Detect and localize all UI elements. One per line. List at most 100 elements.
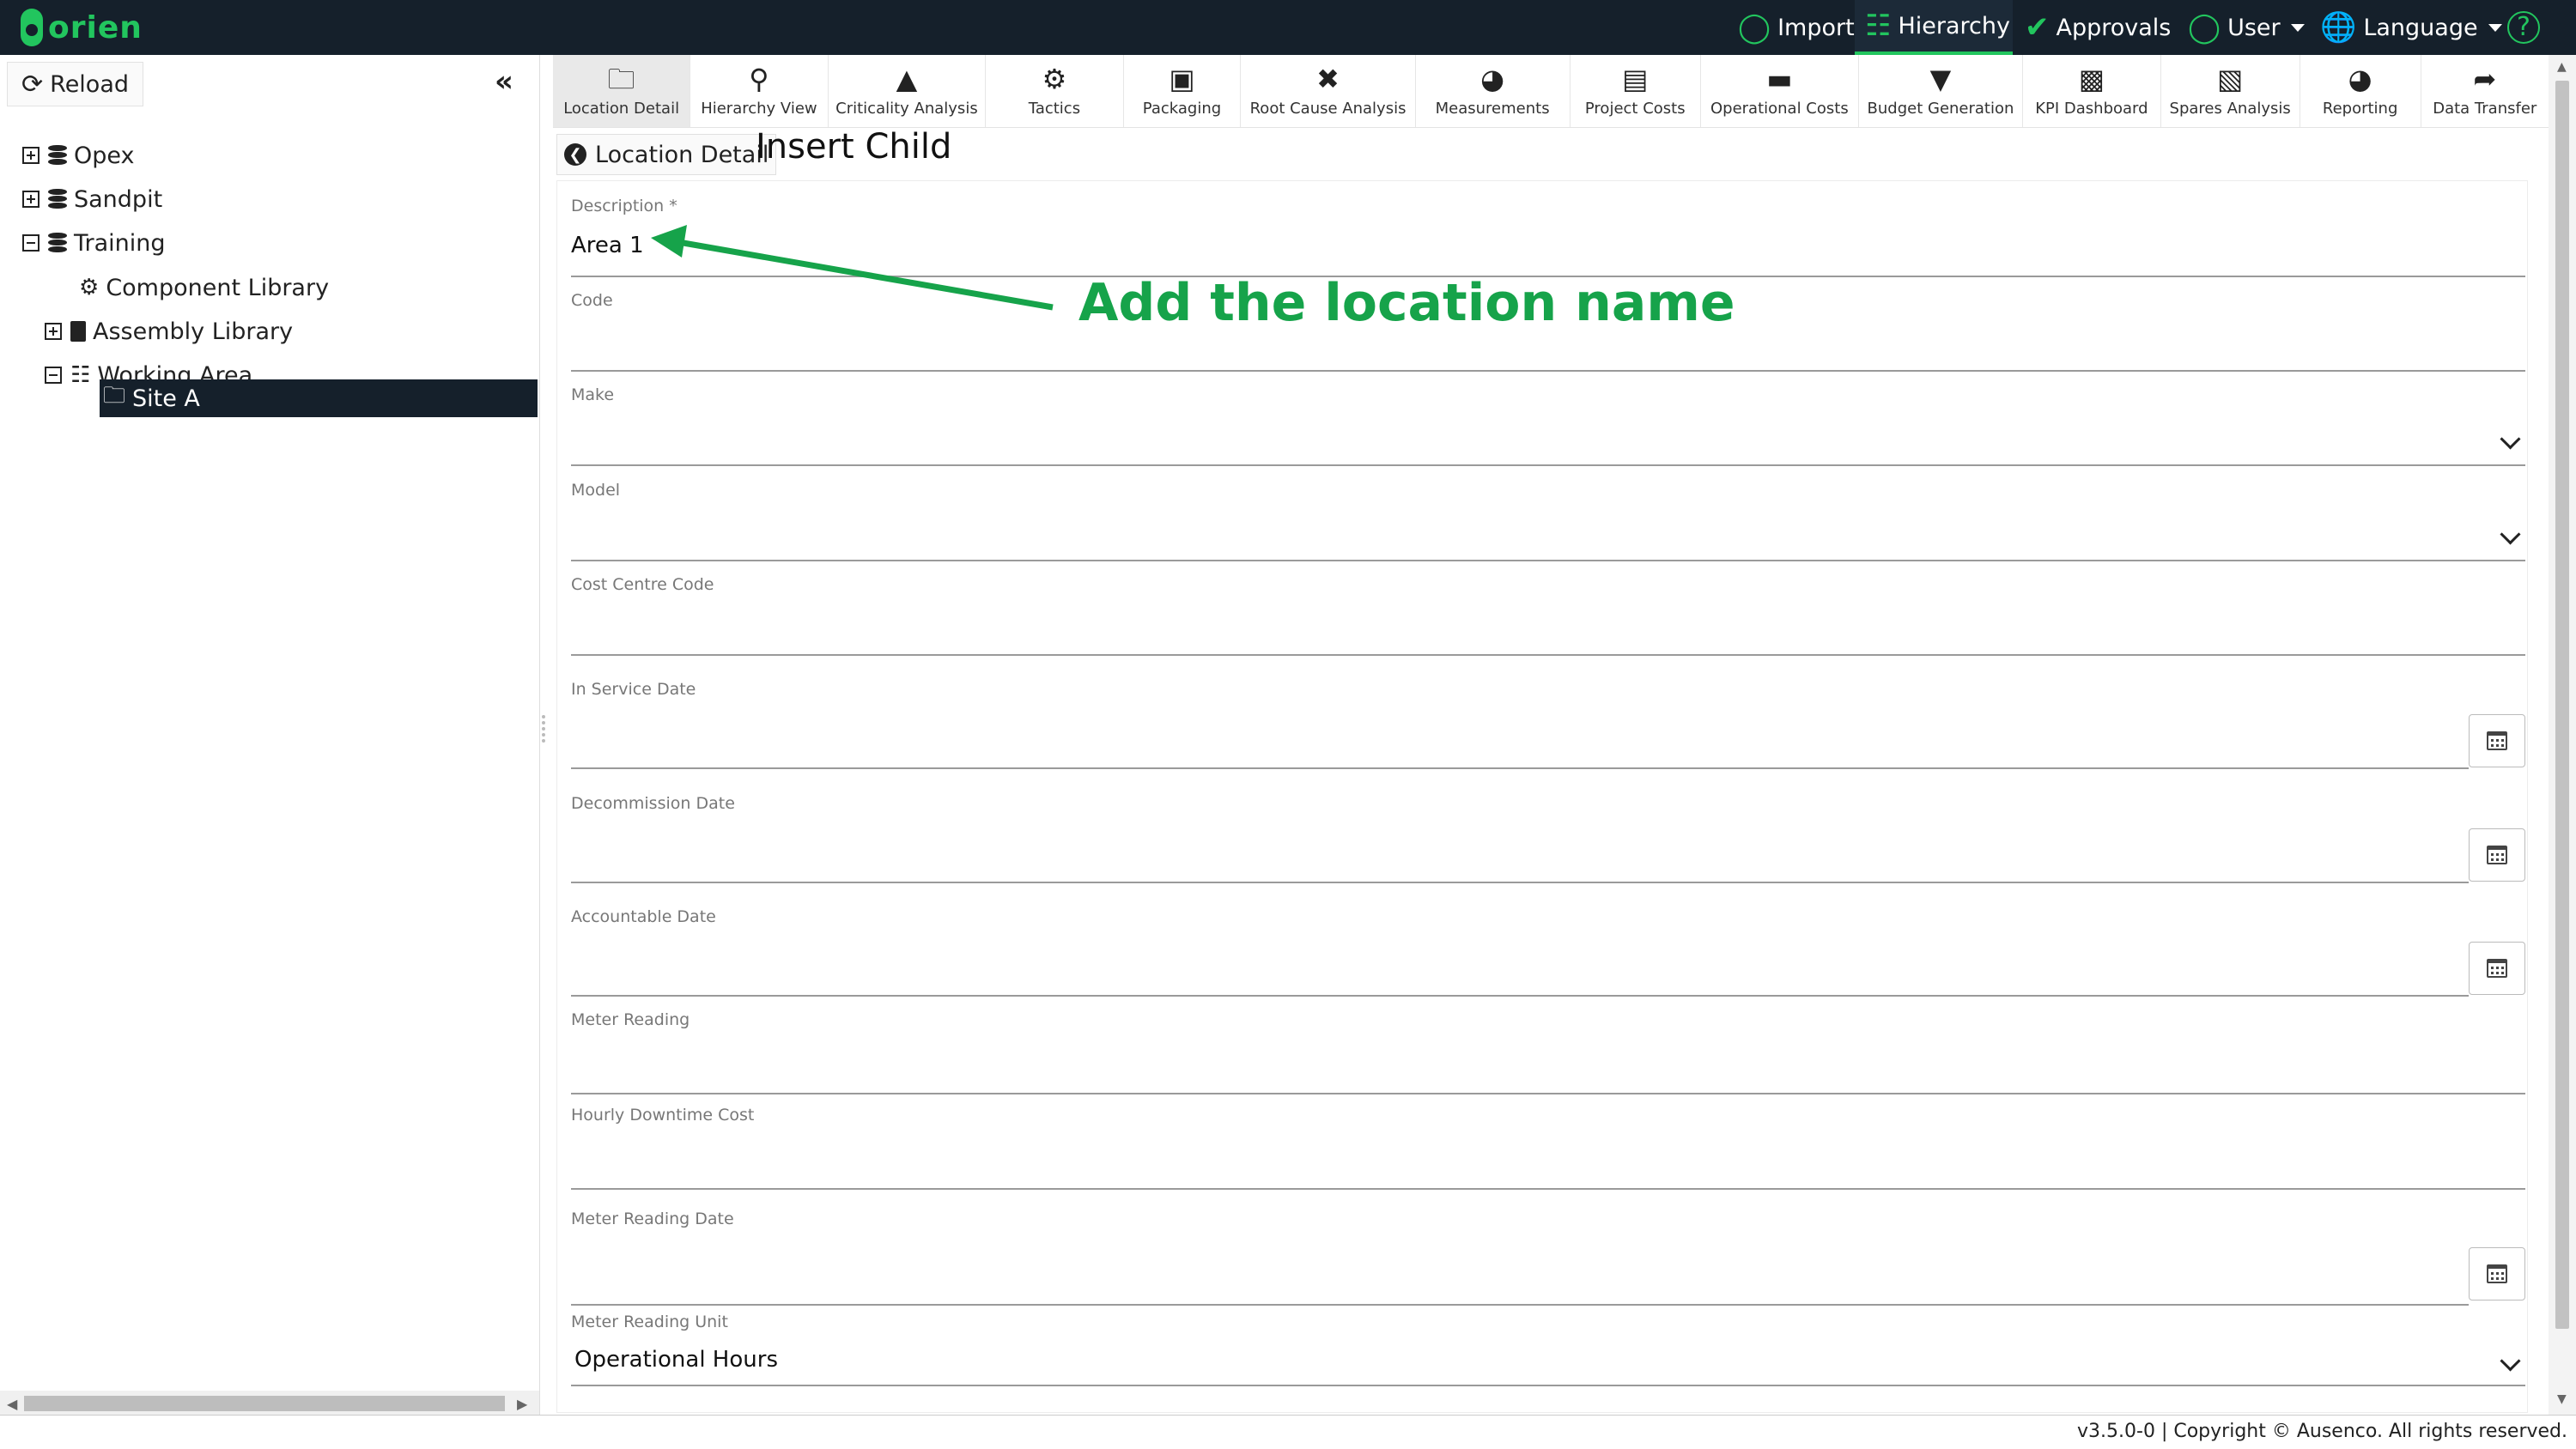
footer-copyright: v3.5.0-0 | Copyright © Ausenco. All righ… (2077, 1421, 2567, 1442)
scroll-up-icon[interactable]: ▲ (2557, 60, 2567, 74)
expand-icon[interactable] (22, 147, 39, 164)
field-underline (571, 995, 2469, 997)
tool-hierarchy-view[interactable]: ⚲ Hierarchy View (690, 55, 829, 127)
logo-mark (21, 9, 43, 46)
tool-tactics[interactable]: ⚙ Tactics (986, 55, 1124, 127)
bar-chart-icon: ▩ (2078, 62, 2105, 95)
database-icon (48, 233, 67, 253)
tool-spares-analysis[interactable]: ▧ Spares Analysis (2161, 55, 2300, 127)
meter-reading-unit-field[interactable]: Meter Reading Unit Operational Hours (571, 1313, 2525, 1398)
footer: v3.5.0-0 | Copyright © Ausenco. All righ… (0, 1415, 2576, 1449)
in-service-date-calendar-button[interactable] (2469, 714, 2525, 767)
vertical-scrollbar[interactable]: ▲ ▼ (2549, 55, 2576, 1415)
tool-label: Root Cause Analysis (1249, 99, 1406, 118)
tool-data-transfer[interactable]: ➦ Data Transfer (2421, 55, 2549, 127)
tool-root-cause-analysis[interactable]: ✖ Root Cause Analysis (1241, 55, 1416, 127)
description-input[interactable]: Area 1 (571, 233, 644, 258)
tree-item-component-library[interactable]: ⚙ Component Library (79, 268, 329, 307)
tool-criticality-analysis[interactable]: ▲ Criticality Analysis (829, 55, 987, 127)
reload-button[interactable]: ⟳ Reload (7, 62, 144, 106)
tool-measurements[interactable]: ◕ Measurements (1416, 55, 1571, 127)
tool-label: Hierarchy View (701, 99, 817, 118)
lightbulb-icon: ◯ (1738, 10, 1771, 45)
scroll-left-icon[interactable]: ◀ (7, 1396, 17, 1412)
tool-reporting[interactable]: ◕ Reporting (2300, 55, 2421, 127)
nav-language[interactable]: 🌐 Language (2320, 0, 2502, 55)
nav-user[interactable]: ◯ User (2188, 0, 2305, 55)
tree-item-site-a[interactable]: 🗀 Site A (100, 379, 538, 417)
scroll-right-icon[interactable]: ▶ (517, 1396, 527, 1412)
tree-item-assembly-library[interactable]: Assembly Library (45, 312, 293, 351)
collapse-icon[interactable] (22, 234, 39, 252)
model-field[interactable]: Model (571, 481, 2525, 563)
field-underline (571, 882, 2469, 883)
field-label: Hourly Downtime Cost (571, 1106, 755, 1125)
gauge-icon: ◕ (1480, 62, 1505, 95)
in-service-date-field[interactable]: In Service Date (571, 680, 2525, 779)
tree-item-sandpit[interactable]: Sandpit (22, 179, 162, 219)
hourly-downtime-cost-field[interactable]: Hourly Downtime Cost (571, 1106, 2525, 1191)
caret-down-icon (2488, 23, 2502, 32)
orien-logo[interactable]: orien (21, 9, 143, 46)
accountable-date-field[interactable]: Accountable Date (571, 907, 2525, 1007)
chevron-down-icon[interactable] (2500, 428, 2521, 450)
invoice-icon: ▤ (1622, 62, 1649, 95)
nav-approvals[interactable]: ✔ Approvals (2025, 0, 2171, 55)
field-label: Meter Reading Unit (571, 1313, 728, 1331)
hierarchy-panel: ⟳ Reload « Opex Sandpit Training ⚙ Compo… (0, 55, 540, 1416)
cost-centre-code-field[interactable]: Cost Centre Code (571, 575, 2525, 658)
field-underline (571, 654, 2525, 656)
warning-icon: ▲ (896, 62, 918, 95)
help-button[interactable]: ? (2507, 0, 2547, 55)
accountable-date-calendar-button[interactable] (2469, 942, 2525, 995)
expand-icon[interactable] (22, 191, 39, 208)
credit-card-icon: ▬ (1766, 62, 1793, 95)
calendar-icon (2487, 846, 2507, 864)
field-label: Code (571, 291, 613, 310)
tool-location-detail[interactable]: 🗀 Location Detail (553, 55, 691, 127)
panel-splitter[interactable] (539, 712, 548, 755)
decommission-date-field[interactable]: Decommission Date (571, 794, 2525, 894)
logo-text: orien (48, 9, 143, 45)
tree-item-opex[interactable]: Opex (22, 136, 135, 175)
nav-language-label: Language (2363, 14, 2478, 41)
make-field[interactable]: Make (571, 385, 2525, 468)
scroll-thumb[interactable] (2555, 81, 2569, 1329)
tool-packaging[interactable]: ▣ Packaging (1124, 55, 1242, 127)
check-circle-icon: ✔ (2025, 10, 2050, 45)
description-field[interactable]: Description * Area 1 (571, 197, 2525, 279)
nav-user-label: User (2227, 14, 2281, 41)
collapse-icon[interactable] (45, 367, 62, 384)
database-icon (48, 145, 67, 166)
database-icon (48, 189, 67, 209)
tool-label: Budget Generation (1867, 99, 2014, 118)
expand-icon[interactable] (45, 323, 62, 340)
nav-import[interactable]: ◯ Import (1738, 0, 1855, 55)
field-underline (571, 560, 2525, 561)
share-icon: ➦ (2473, 62, 2497, 95)
scroll-thumb[interactable] (24, 1396, 505, 1411)
chevron-down-icon[interactable] (2500, 524, 2521, 545)
tool-kpi-dashboard[interactable]: ▩ KPI Dashboard (2023, 55, 2161, 127)
field-label: Meter Reading (571, 1010, 690, 1029)
tool-project-costs[interactable]: ▤ Project Costs (1571, 55, 1701, 127)
tool-budget-generation[interactable]: ▼ Budget Generation (1859, 55, 2024, 127)
meter-reading-date-calendar-button[interactable] (2469, 1247, 2525, 1300)
decommission-date-calendar-button[interactable] (2469, 828, 2525, 882)
field-underline (571, 1188, 2525, 1190)
tool-operational-costs[interactable]: ▬ Operational Costs (1701, 55, 1859, 127)
back-to-location-detail-button[interactable]: ❮ Location Detail (556, 134, 777, 175)
meter-reading-unit-select[interactable]: Operational Hours (574, 1347, 778, 1373)
chevron-down-icon[interactable] (2500, 1350, 2521, 1372)
tool-label: Spares Analysis (2169, 99, 2291, 118)
meter-reading-field[interactable]: Meter Reading (571, 1010, 2525, 1096)
tree-item-training[interactable]: Training (22, 223, 166, 263)
collapse-panel-button[interactable]: « (495, 67, 513, 96)
tool-label: KPI Dashboard (2035, 99, 2148, 118)
scroll-down-icon[interactable]: ▼ (2557, 1392, 2567, 1406)
field-label: Make (571, 385, 615, 404)
horizontal-scrollbar[interactable]: ◀ ▶ (0, 1391, 539, 1416)
nav-hierarchy[interactable]: ☷ Hierarchy (1855, 0, 2013, 55)
page-title: Insert Child (756, 127, 952, 167)
meter-reading-date-field[interactable]: Meter Reading Date (571, 1210, 2525, 1316)
